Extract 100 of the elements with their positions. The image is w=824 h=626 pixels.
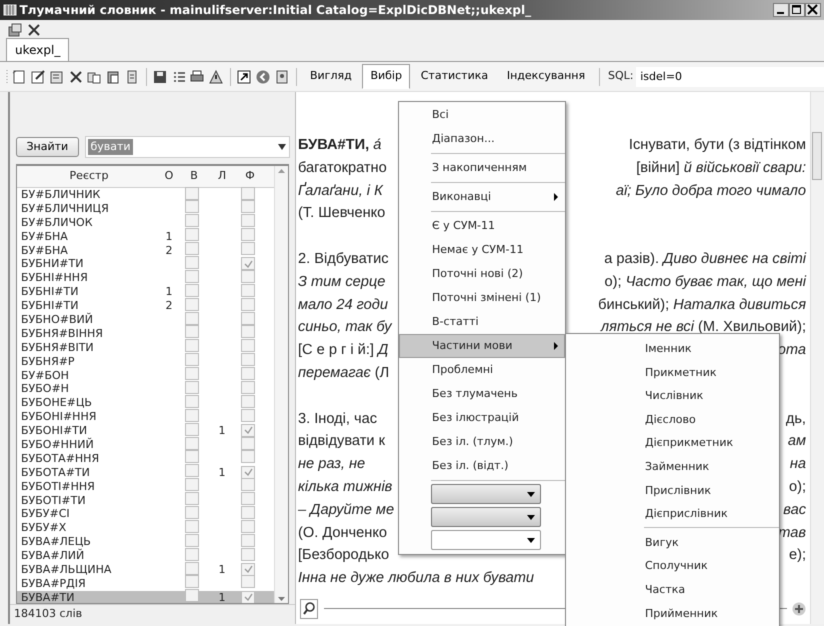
menu-item[interactable]: Прислівник <box>566 478 779 502</box>
checkbox[interactable] <box>241 466 255 479</box>
search-icon[interactable] <box>300 598 318 618</box>
column-header[interactable]: В <box>181 168 207 185</box>
checkbox[interactable] <box>241 575 255 588</box>
checkbox[interactable] <box>241 506 255 519</box>
paste-icon[interactable] <box>105 68 121 84</box>
table-row[interactable]: БУВА#РДІЯ <box>17 576 274 591</box>
table-row[interactable]: БУБО#ННИЙ <box>17 438 274 452</box>
checkbox[interactable] <box>185 589 199 602</box>
checkbox[interactable] <box>185 562 199 575</box>
menu-item[interactable]: Дієприкметник <box>566 430 779 454</box>
checkbox[interactable] <box>185 284 199 297</box>
checkbox[interactable] <box>241 534 255 547</box>
menu-item[interactable]: Є у СУМ-11 <box>399 214 565 238</box>
menu-item[interactable]: Прикметник <box>566 360 779 384</box>
menu-item[interactable]: В-статті <box>399 310 565 334</box>
checkbox[interactable] <box>185 422 199 436</box>
checkbox[interactable] <box>241 312 255 325</box>
menu-item[interactable]: Прийменник <box>566 600 779 624</box>
menu-item[interactable]: Діапазон... <box>399 127 565 151</box>
document-icon[interactable] <box>274 68 290 84</box>
menu-item[interactable]: Немає у СУМ-11 <box>399 238 565 262</box>
table-row[interactable]: БУ#БЛИЧНИК <box>17 188 274 202</box>
checkbox[interactable] <box>241 450 255 464</box>
external-link-icon[interactable] <box>236 68 252 84</box>
table-row[interactable]: БУ#БЛИЧОК <box>17 216 274 230</box>
scrollbar-thumb[interactable] <box>812 132 822 180</box>
save-icon[interactable] <box>152 68 168 84</box>
table-row[interactable]: БУБОТІ#ТИ <box>17 494 274 508</box>
checkbox[interactable] <box>185 312 199 325</box>
menu-item[interactable]: Без тлумачень <box>399 382 565 406</box>
column-header[interactable]: Л <box>207 168 237 185</box>
toolbar-menu[interactable]: Вигляд <box>302 64 360 89</box>
checkbox[interactable] <box>185 228 199 242</box>
menu-item[interactable]: Дієприслівник <box>566 501 779 525</box>
menu-item[interactable]: Проблемні <box>399 358 565 382</box>
table-row[interactable]: БУВА#ЛЬЩИНА 1 <box>17 563 274 577</box>
table-row[interactable]: БУБНІ#ННЯ <box>17 271 274 286</box>
table-row[interactable]: БУБОНІ#ТИ 1 <box>17 424 274 438</box>
edit-icon[interactable] <box>30 68 46 84</box>
menu-item[interactable]: Частини мови <box>399 334 565 358</box>
column-header[interactable]: Реєстр <box>17 168 157 185</box>
checkbox[interactable] <box>241 325 255 338</box>
table-row[interactable]: БУБОНЕ#ЦЬ <box>17 396 274 410</box>
checkbox[interactable] <box>185 394 199 408</box>
checkbox[interactable] <box>185 506 199 519</box>
table-row[interactable]: БУБНІ#ТИ 2 <box>17 299 274 314</box>
checkbox[interactable] <box>241 548 255 561</box>
checkbox[interactable] <box>241 228 255 242</box>
checkbox[interactable] <box>185 520 199 533</box>
checkbox[interactable] <box>241 284 255 297</box>
menu-item[interactable]: Без іл. (відт.) <box>399 454 565 478</box>
table-row[interactable]: БУ#БЛИЧНИЦЯ <box>17 202 274 216</box>
table-row[interactable]: БУБНО#ВИЙ <box>17 313 274 327</box>
menu-combo[interactable] <box>431 530 541 550</box>
menu-item[interactable]: Всі <box>399 103 565 127</box>
find-button[interactable]: Знайти <box>16 136 80 158</box>
zoom-in-icon[interactable] <box>792 602 806 616</box>
back-icon[interactable] <box>255 68 272 84</box>
table-row[interactable]: БУВА#ЛИЙ <box>17 549 274 564</box>
checkbox[interactable] <box>185 380 199 394</box>
toolbar-menu[interactable]: Індексування <box>498 64 594 89</box>
menu-item[interactable]: Числівник <box>566 383 779 407</box>
menu-item[interactable]: Займенник <box>566 454 779 478</box>
checkbox[interactable] <box>185 450 199 464</box>
menu-item[interactable]: Виконавці <box>399 185 565 209</box>
table-row[interactable]: БУБУ#Х <box>17 521 274 536</box>
checkbox[interactable] <box>185 436 199 450</box>
menu-item[interactable]: Іменник <box>566 336 779 360</box>
table-row[interactable]: БУБНЯ#ВІННЯ <box>17 326 274 341</box>
checkbox[interactable] <box>241 298 255 311</box>
checkbox[interactable] <box>241 424 255 437</box>
search-combo[interactable]: бувати <box>84 136 290 158</box>
checkbox[interactable] <box>185 534 199 547</box>
checkbox[interactable] <box>241 562 255 576</box>
close-button[interactable] <box>805 3 822 17</box>
table-row[interactable]: БУБНІ#ТИ 1 <box>17 285 274 300</box>
checkbox[interactable] <box>185 270 199 283</box>
table-row[interactable]: БУБНЯ#ВІТИ <box>17 340 274 355</box>
checkbox[interactable] <box>241 367 255 380</box>
checkbox[interactable] <box>241 270 255 283</box>
delete-icon[interactable] <box>68 68 84 84</box>
checkbox[interactable] <box>241 520 255 533</box>
maximize-button[interactable] <box>789 3 806 17</box>
scroll-down-icon[interactable] <box>278 596 285 601</box>
checkbox[interactable] <box>241 242 255 256</box>
edit-icon[interactable] <box>48 68 65 84</box>
menu-item[interactable]: З накопиченням <box>399 156 565 180</box>
toolbar-menu[interactable]: Статистика <box>412 64 496 89</box>
menu-item[interactable]: Без ілюстрацій <box>399 406 565 430</box>
menu-item[interactable]: Поточні змінені (1) <box>399 286 565 310</box>
checkbox[interactable] <box>185 339 199 352</box>
checkbox[interactable] <box>241 394 255 408</box>
checkbox[interactable] <box>185 367 199 380</box>
document-tab[interactable]: ukexpl_ <box>6 38 70 61</box>
checkbox[interactable] <box>185 492 199 506</box>
table-row[interactable]: БУ#БОН <box>17 368 274 382</box>
scroll-up-icon[interactable] <box>278 168 285 173</box>
toolbar-menu[interactable]: Вибір <box>362 64 410 89</box>
